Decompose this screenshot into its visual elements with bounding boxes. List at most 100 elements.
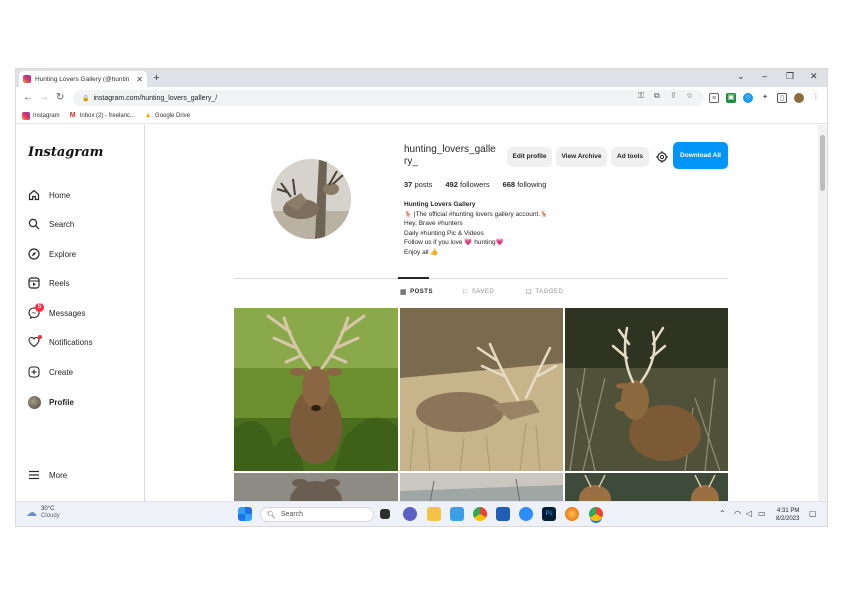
word-icon[interactable]	[496, 507, 510, 521]
ad-tools-button[interactable]: Ad tools	[611, 147, 649, 167]
file-explorer-icon[interactable]	[427, 507, 441, 521]
scrollbar-thumb[interactable]	[820, 135, 825, 191]
weather-widget[interactable]: ☁ 30°C Cloudy	[26, 506, 60, 520]
windows-start-icon[interactable]	[238, 507, 252, 521]
profile-bio: Hunting Lovers Gallery 🦌 |The official #…	[404, 200, 624, 258]
browser-tab-active[interactable]: Hunting Lovers Gallery (@huntin ✕	[19, 71, 147, 87]
back-arrow-icon[interactable]: ←	[23, 92, 33, 103]
download-all-button[interactable]: Download All	[673, 142, 728, 169]
reload-icon[interactable]: ↻	[56, 92, 64, 103]
install-app-icon[interactable]: ⧉	[654, 91, 660, 101]
bookmark-gmail[interactable]: M Inbox (2) - freelanc...	[69, 112, 135, 120]
sidebar-item-search[interactable]: Search	[27, 217, 74, 231]
bookmark-instagram[interactable]: Instagram	[22, 112, 60, 120]
weather-condition: Cloudy	[41, 513, 60, 519]
cloud-icon: ☁	[26, 506, 37, 519]
compass-icon	[27, 247, 41, 261]
task-view-icon[interactable]	[380, 509, 390, 519]
tab-saved[interactable]: ⚐ SAVED	[462, 288, 494, 296]
battery-icon[interactable]: ▭	[758, 509, 766, 518]
home-icon	[27, 188, 41, 202]
sidebar-item-home[interactable]: Home	[27, 188, 70, 202]
bio-line: Enjoy all 👍	[404, 248, 439, 256]
close-tab-icon[interactable]: ✕	[136, 75, 143, 84]
post-thumbnail[interactable]	[400, 473, 563, 501]
clock-date: 8/2/2023	[776, 516, 800, 522]
followers-count[interactable]: 492 followers	[445, 180, 489, 189]
google-drive-icon: ▲	[144, 112, 152, 119]
browser-toolbar: ← → ↻ 🔒 instagram.com/hunting_lovers_gal…	[16, 87, 827, 109]
bio-line: Hey, Brave #hunters	[404, 220, 463, 228]
tab-tagged[interactable]: ⊡ TAGGED	[526, 288, 563, 296]
share-icon[interactable]: ⇪	[670, 91, 677, 100]
tab-search-chevron-icon[interactable]: ⌄	[737, 71, 745, 82]
page-viewport: Instagram Home Search Explore Reels 5 Me…	[16, 125, 827, 501]
messages-badge: 5	[35, 303, 44, 312]
minimize-button[interactable]: –	[762, 71, 767, 81]
new-tab-button[interactable]: +	[150, 72, 163, 85]
clock-time: 4:31 PM	[777, 508, 800, 514]
bookmark-star-icon[interactable]: ☆	[686, 91, 693, 100]
restore-button[interactable]: ❐	[786, 71, 794, 82]
menu-kebab-icon[interactable]: ⋮	[811, 93, 821, 103]
bookmark-google-drive[interactable]: ▲ Google Drive	[144, 112, 190, 120]
notification-center-icon[interactable]: ▢	[809, 509, 817, 518]
sidebar-item-create[interactable]: Create	[27, 365, 73, 379]
taskbar-search[interactable]: 🔍︎ Search	[260, 507, 374, 522]
sidebar-item-more[interactable]: More	[27, 468, 67, 482]
user-avatar-icon[interactable]	[794, 93, 804, 103]
view-archive-button[interactable]: View Archive	[556, 147, 607, 167]
show-hidden-icons-chevron-icon[interactable]: ⌃	[719, 509, 726, 518]
bio-line: 🦌 |The official #hunting lovers gallery …	[404, 210, 549, 218]
close-window-button[interactable]: ✕	[810, 71, 818, 82]
firefox-icon[interactable]	[565, 507, 579, 521]
post-thumbnail[interactable]	[234, 308, 398, 471]
instagram-logo[interactable]: Instagram	[28, 145, 103, 160]
zoom-icon[interactable]	[519, 507, 533, 521]
lock-icon: 🔒	[82, 95, 90, 102]
post-thumbnail[interactable]	[565, 473, 728, 501]
volume-icon[interactable]: ◁	[746, 509, 752, 518]
profile-stats: 37 posts 492 followers 668 following	[404, 180, 559, 189]
search-icon: 🔍︎	[267, 511, 276, 519]
settings-gear-icon[interactable]	[656, 151, 668, 163]
extension-blue-circle-icon[interactable]: ○	[743, 93, 753, 103]
sidebar-item-notifications[interactable]: Notifications	[27, 335, 93, 349]
extension-notes-icon[interactable]: ≡	[709, 93, 719, 103]
extension-green-icon[interactable]: ▣	[726, 93, 736, 103]
extensions-puzzle-icon[interactable]: ✦	[760, 93, 770, 103]
posts-count[interactable]: 37 posts	[404, 180, 432, 189]
search-icon	[27, 217, 41, 231]
post-thumbnail[interactable]	[234, 473, 398, 501]
bio-line: Follow us if you love 💗 hunting💗	[404, 239, 504, 247]
tab-posts[interactable]: ▦ POSTS	[400, 288, 433, 296]
grid-icon: ▦	[400, 289, 408, 296]
bio-line: Daily #hunting Pic & Videos	[404, 229, 484, 237]
chrome-icon[interactable]	[473, 507, 487, 521]
notepad-icon[interactable]	[450, 507, 464, 521]
photoshop-icon[interactable]: Ps	[542, 507, 556, 521]
chrome-active-icon[interactable]	[589, 507, 603, 521]
sidebar-item-messages[interactable]: 5 Messages	[27, 303, 85, 320]
key-icon[interactable]: ⚿	[638, 91, 644, 101]
post-thumbnail[interactable]	[400, 308, 563, 471]
sidebar-item-explore[interactable]: Explore	[27, 247, 76, 261]
following-count[interactable]: 668 following	[503, 180, 547, 189]
messenger-icon: 5	[27, 303, 44, 320]
sidebar-item-profile[interactable]: Profile	[27, 395, 74, 409]
forward-arrow-icon[interactable]: →	[39, 92, 49, 103]
profile-picture[interactable]	[271, 159, 351, 239]
system-clock[interactable]: 4:31 PM 8/2/2023	[776, 507, 799, 523]
edit-profile-button[interactable]: Edit profile	[507, 147, 552, 167]
reels-icon	[27, 276, 41, 290]
plus-square-icon	[27, 365, 41, 379]
side-panel-icon[interactable]: ▯	[777, 93, 787, 103]
tab-strip: Hunting Lovers Gallery (@huntin ✕ + ⌄ – …	[16, 69, 827, 87]
sidebar-item-reels[interactable]: Reels	[27, 276, 69, 290]
post-thumbnail[interactable]	[565, 308, 728, 471]
teams-chat-icon[interactable]	[403, 507, 417, 521]
wifi-icon[interactable]: ◠	[734, 509, 741, 518]
page-scrollbar[interactable]	[818, 125, 827, 501]
heart-icon	[27, 335, 42, 349]
address-bar[interactable]: 🔒 instagram.com/hunting_lovers_gallery_/	[73, 90, 704, 106]
